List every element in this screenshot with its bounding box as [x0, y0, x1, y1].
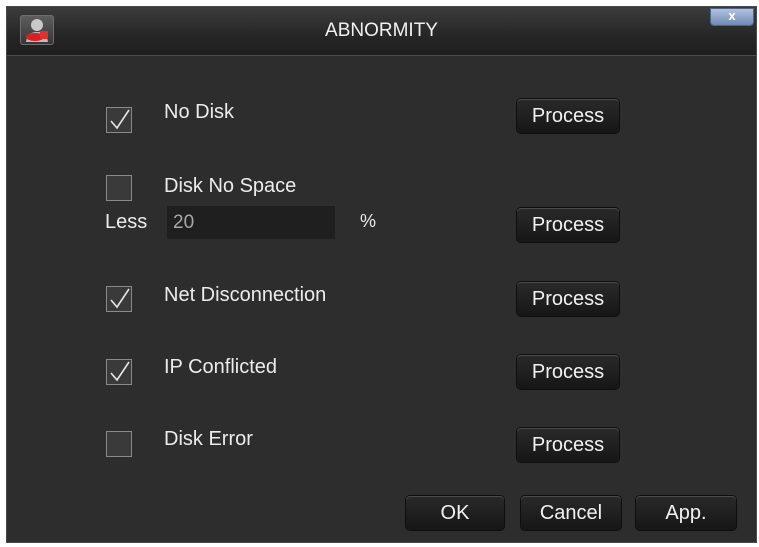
ok-button[interactable]: OK	[406, 496, 504, 530]
net-disconnection-process-button[interactable]: Process	[517, 282, 619, 316]
percent-unit: %	[360, 211, 377, 231]
net-disconnection-checkbox[interactable]	[106, 286, 132, 312]
no-disk-checkbox[interactable]	[106, 107, 132, 133]
checkmark-icon	[110, 361, 130, 382]
less-threshold-input[interactable]	[167, 206, 335, 239]
ip-conflicted-checkbox[interactable]	[106, 359, 132, 385]
less-label: Less	[105, 211, 148, 233]
disk-no-space-checkbox[interactable]	[106, 175, 132, 201]
cancel-button[interactable]: Cancel	[521, 496, 621, 530]
window-title: ABNORMITY	[325, 20, 438, 41]
apply-button[interactable]: App.	[636, 496, 736, 530]
no-disk-process-button[interactable]: Process	[517, 99, 619, 133]
ip-conflicted-label: IP Conflicted	[164, 356, 278, 378]
title-bar[interactable]: ABNORMITY x	[7, 7, 756, 56]
disk-error-checkbox[interactable]	[106, 431, 132, 457]
abnormity-dialog: ABNORMITY x No Disk Process Disk No Spac…	[6, 6, 757, 543]
net-disconnection-label: Net Disconnection	[164, 284, 327, 306]
close-button[interactable]: x	[710, 8, 754, 26]
disk-no-space-process-button[interactable]: Process	[517, 208, 619, 242]
disk-error-process-button[interactable]: Process	[517, 428, 619, 462]
disk-error-label: Disk Error	[164, 428, 253, 450]
no-disk-label: No Disk	[164, 101, 235, 123]
checkmark-icon	[110, 288, 130, 309]
checkmark-icon	[110, 109, 130, 130]
ip-conflicted-process-button[interactable]: Process	[517, 355, 619, 389]
disk-no-space-label: Disk No Space	[164, 175, 297, 197]
